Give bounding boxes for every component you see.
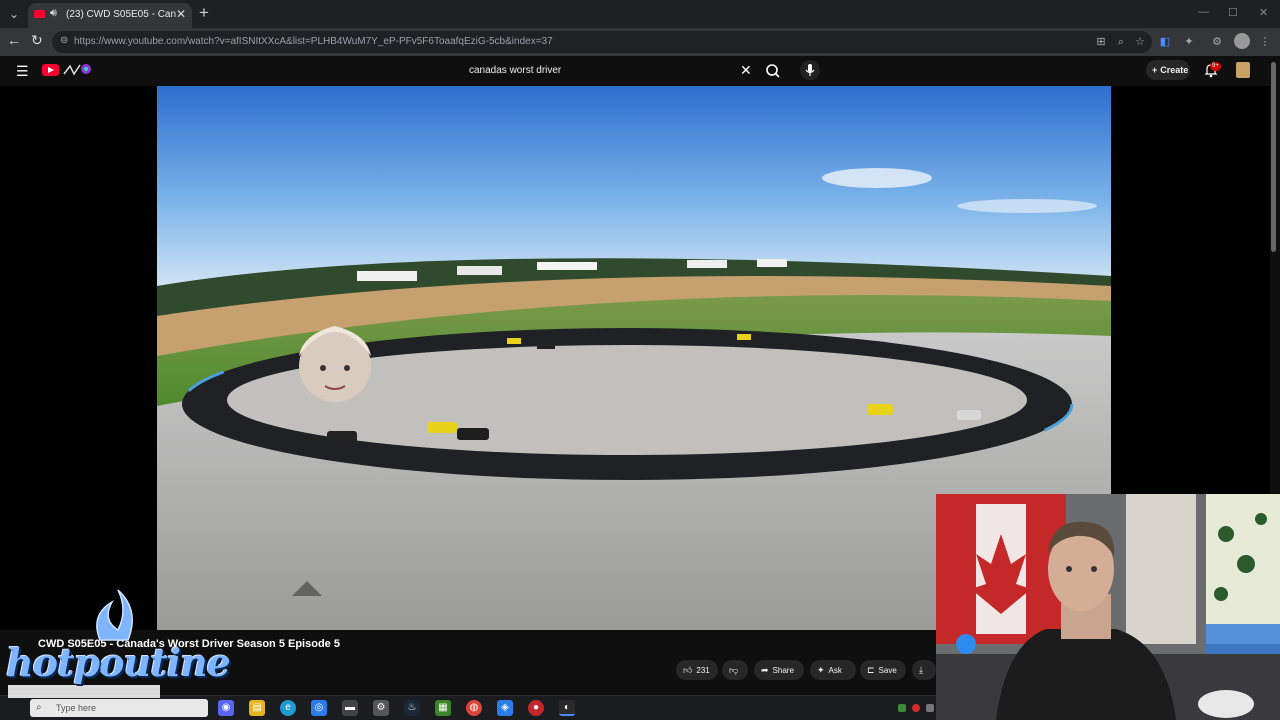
steam-icon[interactable]: ♨ bbox=[404, 700, 420, 716]
ask-button[interactable]: ✦ Ask bbox=[810, 660, 856, 680]
hamburger-menu-icon[interactable]: ☰ bbox=[16, 63, 29, 80]
account-avatar[interactable] bbox=[1236, 62, 1250, 78]
download-icon: ⤓ bbox=[919, 665, 923, 675]
like-button[interactable]: 👍︎ 231 bbox=[676, 660, 718, 680]
media-app-icon[interactable]: ▬ bbox=[342, 700, 358, 716]
taskbar-search-placeholder: Type here bbox=[56, 703, 97, 713]
ask-label: Ask bbox=[828, 666, 842, 675]
streamer-brand-text: hotpoutine bbox=[6, 640, 231, 685]
speaker-icon[interactable]: 🔊︎ bbox=[50, 7, 57, 20]
close-tab-icon[interactable]: ✕ bbox=[176, 7, 186, 21]
play-triangle-icon bbox=[48, 67, 54, 73]
youtube-doodle-icon[interactable] bbox=[62, 62, 92, 78]
new-tab-button[interactable]: + bbox=[199, 3, 209, 23]
settings-icon[interactable]: ⚙ bbox=[373, 700, 389, 716]
browser-toolbar: ← ↻ ⊜ https://www.youtube.com/watch?v=af… bbox=[0, 28, 1280, 56]
maximize-icon[interactable]: ☐ bbox=[1228, 6, 1238, 19]
install-app-icon[interactable]: ⊞ bbox=[1094, 35, 1108, 49]
bookmark-star-icon[interactable]: ☆ bbox=[1133, 35, 1147, 49]
microphone-icon[interactable] bbox=[800, 60, 820, 80]
edge-icon[interactable]: e bbox=[280, 700, 296, 716]
dislike-button[interactable]: 👎︎ bbox=[722, 660, 748, 680]
youtube-header: ☰ canadas worst driver ✕ + Create bbox=[0, 56, 1280, 86]
tray-app-icon[interactable] bbox=[898, 704, 906, 712]
obs-icon[interactable]: ◐ bbox=[559, 700, 575, 716]
create-button[interactable]: + Create bbox=[1146, 60, 1190, 80]
save-label: Save bbox=[878, 666, 897, 675]
browser-tab-bar: ⌄ 🔊︎ (23) CWD S05E05 - Canada's ✕ + — ☐ … bbox=[0, 0, 1280, 28]
extensions-puzzle-icon[interactable]: ✦ bbox=[1182, 35, 1196, 49]
profile-avatar[interactable] bbox=[1234, 33, 1250, 49]
tab-title: (23) CWD S05E05 - Canada's bbox=[66, 9, 176, 20]
address-bar[interactable]: ⊜ https://www.youtube.com/watch?v=afISNI… bbox=[52, 31, 1152, 53]
scrollbar-thumb[interactable] bbox=[1271, 62, 1276, 252]
thumbs-up-icon: 👍︎ bbox=[683, 665, 693, 675]
bookmark-icon: ⊏ bbox=[867, 665, 875, 675]
search-input[interactable]: canadas worst driver bbox=[469, 65, 561, 76]
webcam-image bbox=[936, 494, 1280, 720]
file-explorer-icon[interactable]: ▤ bbox=[249, 700, 265, 716]
extension-icon[interactable]: ◧ bbox=[1158, 35, 1172, 49]
like-count: 231 bbox=[696, 666, 710, 675]
minimize-icon[interactable]: — bbox=[1198, 6, 1209, 18]
tab-search-button[interactable]: ⌄ bbox=[4, 5, 24, 23]
taskbar-search-box[interactable]: ⌕ Type here bbox=[30, 699, 208, 717]
save-button[interactable]: ⊏ Save bbox=[860, 660, 906, 680]
discord-icon[interactable]: ◉ bbox=[218, 700, 234, 716]
zoom-icon[interactable]: ⌕ bbox=[1114, 35, 1128, 49]
youtube-favicon-icon bbox=[34, 10, 45, 18]
sidebar-icon[interactable]: ⚙ bbox=[1210, 35, 1224, 49]
plus-icon: + bbox=[1152, 65, 1158, 75]
share-button[interactable]: ➦ Share bbox=[754, 660, 804, 680]
share-label: Share bbox=[772, 666, 794, 675]
minecraft-icon[interactable]: ▦ bbox=[435, 700, 451, 716]
browser-app-icon[interactable]: ◎ bbox=[311, 700, 327, 716]
site-info-icon[interactable]: ⊜ bbox=[60, 35, 68, 46]
tray-record-icon[interactable] bbox=[912, 704, 920, 712]
window-close-icon[interactable]: ✕ bbox=[1259, 6, 1268, 19]
chrome-icon[interactable]: ◍ bbox=[466, 700, 482, 716]
url-text[interactable]: https://www.youtube.com/watch?v=afISNItX… bbox=[74, 36, 553, 47]
chat-app-icon[interactable]: ◈ bbox=[497, 700, 513, 716]
create-label: Create bbox=[1160, 65, 1189, 75]
tray-settings-icon[interactable] bbox=[926, 704, 934, 712]
active-tab[interactable]: 🔊︎ (23) CWD S05E05 - Canada's ✕ bbox=[28, 3, 192, 28]
browser-menu-icon[interactable]: ⋮ bbox=[1258, 35, 1272, 49]
reload-icon[interactable]: ↻ bbox=[31, 32, 43, 49]
notification-count-badge: 9+ bbox=[1210, 62, 1221, 71]
sparkle-icon: ✦ bbox=[817, 665, 825, 675]
record-app-icon[interactable]: ● bbox=[528, 700, 544, 716]
download-button[interactable]: ⤓ bbox=[912, 660, 936, 680]
clear-search-icon[interactable]: ✕ bbox=[740, 62, 752, 79]
search-icon[interactable] bbox=[762, 60, 784, 82]
webcam-feed bbox=[936, 494, 1280, 720]
search-icon: ⌕ bbox=[36, 702, 42, 713]
back-arrow-icon[interactable]: ← bbox=[7, 32, 21, 48]
share-arrow-icon: ➦ bbox=[761, 665, 769, 675]
thumbs-down-icon: 👎︎ bbox=[729, 665, 739, 675]
